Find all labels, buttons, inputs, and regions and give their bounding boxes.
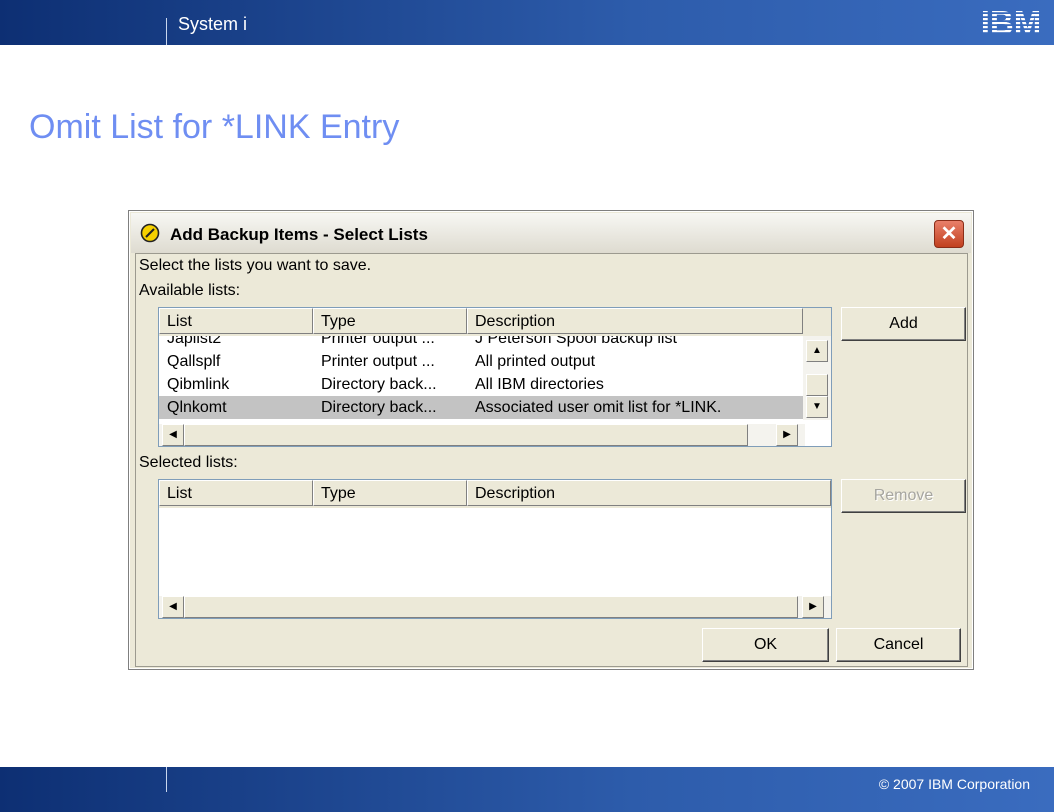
table-row[interactable]: Qibmlink Directory back... All IBM direc… <box>159 373 803 396</box>
selected-table-header: List Type Description <box>159 480 831 508</box>
scroll-right-arrow-icon[interactable]: ▶ <box>802 596 824 618</box>
row-description-cell: All IBM directories <box>475 376 604 393</box>
row-list-cell: Qallsplf <box>167 353 221 370</box>
row-type-cell: Directory back... <box>321 376 437 393</box>
selected-lists-table[interactable]: List Type Description ◀ ▶ <box>158 479 832 619</box>
scroll-left-arrow-icon[interactable]: ◀ <box>162 596 184 618</box>
dialog-content: Select the lists you want to save. Avail… <box>135 253 968 667</box>
column-header-type: Type <box>313 308 467 334</box>
column-header-list: List <box>159 308 313 334</box>
table-row[interactable]: Qallsplf Printer output ... All printed … <box>159 350 803 373</box>
cancel-button[interactable]: Cancel <box>836 628 961 662</box>
row-description-cell: Associated user omit list for *LINK. <box>475 399 722 416</box>
scroll-right-arrow-icon[interactable]: ▶ <box>776 424 798 446</box>
horizontal-scroll-thumb[interactable] <box>184 596 798 618</box>
row-type-cell: Printer output ... <box>321 353 435 370</box>
dialog-title: Add Backup Items - Select Lists <box>170 225 428 244</box>
vertical-scroll-thumb[interactable] <box>806 374 828 396</box>
available-horizontal-scrollbar[interactable]: ◀ ▶ <box>159 424 805 446</box>
row-description-cell: All printed output <box>475 353 596 370</box>
header-divider <box>166 18 167 45</box>
footer-divider <box>166 767 167 792</box>
table-row-selected[interactable]: Qlnkomt Directory back... Associated use… <box>159 396 803 419</box>
row-list-cell: Qlnkomt <box>167 399 227 416</box>
ibm-logo-text: IBM <box>981 6 1042 38</box>
horizontal-scroll-thumb[interactable] <box>184 424 748 446</box>
ibm-logo: IBM <box>981 6 1042 38</box>
add-backup-items-dialog: Add Backup Items - Select Lists ✕ Select… <box>128 210 974 670</box>
scroll-up-arrow-icon[interactable]: ▲ <box>806 340 828 362</box>
copyright-text: © 2007 IBM Corporation <box>878 776 1030 792</box>
close-icon: ✕ <box>940 223 958 245</box>
ok-button[interactable]: OK <box>702 628 829 662</box>
selected-horizontal-scrollbar[interactable]: ◀ ▶ <box>159 596 831 618</box>
selected-lists-label: Selected lists: <box>139 454 238 471</box>
available-rows: Japlist2 Printer output ... J Peterson S… <box>159 327 803 420</box>
add-button[interactable]: Add <box>841 307 966 341</box>
available-table-header-overlay: List Type Description <box>159 308 831 336</box>
remove-button[interactable]: Remove <box>841 479 966 513</box>
footer-banner: © 2007 IBM Corporation <box>0 767 1054 812</box>
available-vertical-scrollbar[interactable]: ▲ ▼ <box>803 336 831 420</box>
column-header-list[interactable]: List <box>159 480 313 506</box>
available-lists-label: Available lists: <box>139 282 241 299</box>
scroll-left-arrow-icon[interactable]: ◀ <box>162 424 184 446</box>
product-name: System i <box>178 14 248 34</box>
row-list-cell: Qibmlink <box>167 376 230 393</box>
dialog-titlebar[interactable]: Add Backup Items - Select Lists ✕ <box>131 213 971 253</box>
scroll-down-arrow-icon[interactable]: ▼ <box>806 396 828 418</box>
column-header-description[interactable]: Description <box>467 480 831 506</box>
available-lists-table[interactable]: List Type Description Japlist2 Printer o… <box>158 307 832 447</box>
row-type-cell: Directory back... <box>321 399 437 416</box>
slide-title: Omit List for *LINK Entry <box>29 108 400 146</box>
instruction-label: Select the lists you want to save. <box>139 257 372 274</box>
column-header-type[interactable]: Type <box>313 480 467 506</box>
header-banner: System i IBM <box>0 0 1054 45</box>
column-header-description: Description <box>467 308 803 334</box>
app-icon <box>140 223 160 243</box>
close-button[interactable]: ✕ <box>934 220 964 248</box>
